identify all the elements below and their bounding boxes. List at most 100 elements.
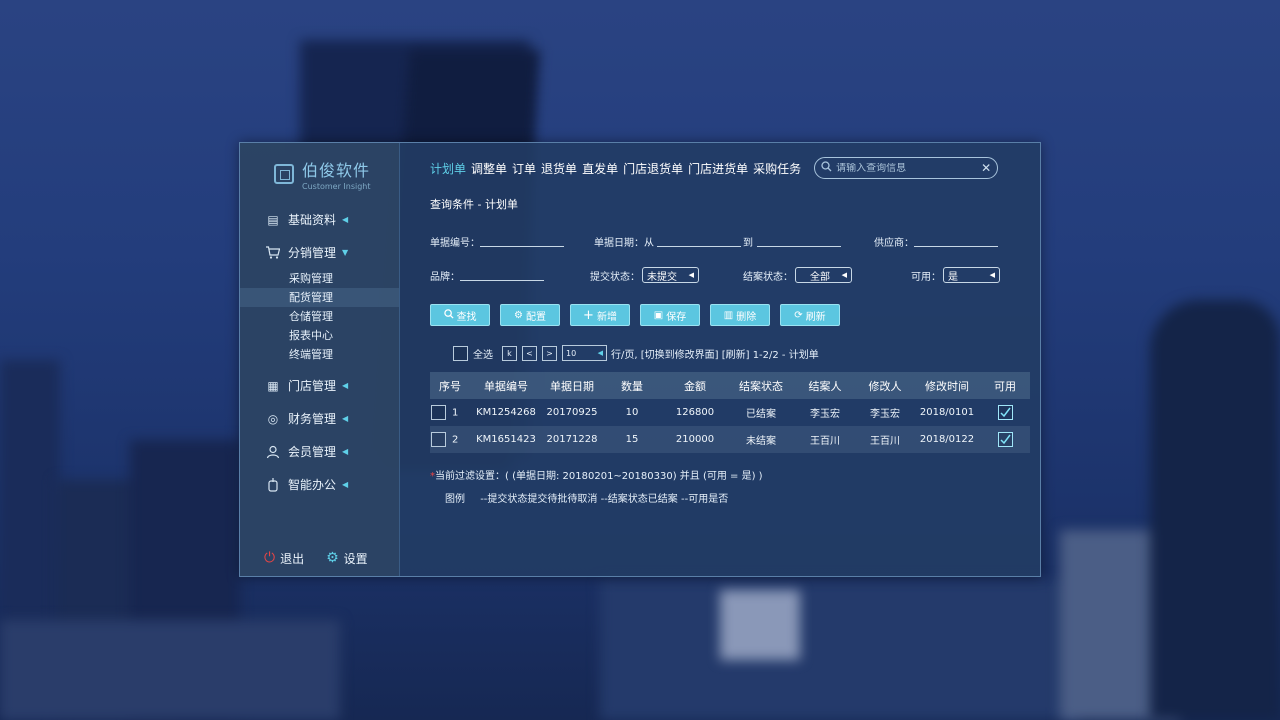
row-no: 1 <box>452 407 459 419</box>
power-icon: ⏻ <box>264 550 276 566</box>
logout-button[interactable]: ⏻ 退出 <box>264 550 304 567</box>
supplier-label: 供应商： <box>874 237 914 249</box>
submenu-item-allocation[interactable]: 配货管理 <box>240 288 399 307</box>
bill-date-from-field[interactable] <box>657 235 741 247</box>
row-checkbox[interactable] <box>431 405 446 420</box>
supplier-field[interactable] <box>914 235 998 247</box>
submit-status-value: 未提交 <box>647 271 677 283</box>
chevron-down-icon: ▼ <box>342 248 349 257</box>
plan-table: 序号 单据编号 单据日期 数量 金额 结案状态 结案人 修改人 修改时间 可用 … <box>430 372 1030 453</box>
save-icon: ▣ <box>653 309 664 321</box>
refresh-button-label: 刷新 <box>805 311 826 323</box>
brand-label: 品牌： <box>430 271 460 283</box>
app-subtitle: Customer Insight <box>302 182 371 191</box>
first-page-button[interactable]: k <box>502 345 517 361</box>
add-button-label: 新增 <box>596 311 617 323</box>
page-size-select[interactable]: 10 ◀ <box>562 345 607 361</box>
query-row-1: 单据编号： 单据日期：从 到 供应商： <box>430 224 1040 258</box>
cell-qty: 10 <box>625 407 639 418</box>
app-title: 伯俊软件 <box>302 161 371 180</box>
filter-note: *当前过滤设置：( (单据日期: 20180201~20180330) 并且 (… <box>430 467 1040 482</box>
tab-purchase-task[interactable]: 采购任务 <box>753 160 801 177</box>
settings-button[interactable]: ⚙ 设置 <box>326 550 368 567</box>
sidebar-item-label: 会员管理 <box>288 445 337 459</box>
save-button[interactable]: ▣ 保存 <box>640 304 700 326</box>
main-window: 伯俊软件 Customer Insight ▤ 基础资料 ◀ 分销管理 ▼ 采购… <box>239 142 1041 577</box>
bill-date-to-field[interactable] <box>757 235 841 247</box>
table-row[interactable]: 2 KM1651423 20171228 15 210000 未结案 王百川 王… <box>430 426 1030 453</box>
search-button[interactable]: 查找 <box>430 304 490 326</box>
action-buttons: 查找 ⚙ 配置 + 新增 ▣ 保存 ▥ 删除 ⟳ 刷新 <box>430 304 1040 328</box>
sidebar-item-distribution[interactable]: 分销管理 ▼ <box>240 236 399 269</box>
tab-adjust[interactable]: 调整单 <box>471 160 507 177</box>
prev-page-button[interactable]: < <box>522 345 537 361</box>
page-size-value: 10 <box>566 348 577 358</box>
select-all-checkbox[interactable] <box>453 345 468 361</box>
bill-date-label: 单据日期：从 <box>594 237 654 249</box>
bill-no-label: 单据编号： <box>430 237 480 249</box>
plus-icon: + <box>583 307 594 323</box>
query-row-2: 品牌： 提交状态： 未提交 ◀ 结案状态： 全部 ◀ 可用： 是 ◀ <box>430 258 1040 292</box>
tab-plan[interactable]: 计划单 <box>430 160 466 177</box>
chevron-left-icon: ◀ <box>342 414 349 423</box>
col-header-date: 单据日期 <box>550 379 594 393</box>
chevron-left-icon: ◀ <box>342 447 349 456</box>
col-header-no: 序号 <box>439 379 461 393</box>
cell-modifier: 王百川 <box>870 436 900 447</box>
finance-icon: ◎ <box>267 411 279 426</box>
search-input[interactable] <box>836 162 982 174</box>
submit-status-select[interactable]: 未提交 ◀ <box>642 267 699 283</box>
logo: 伯俊软件 Customer Insight <box>240 143 399 191</box>
submenu-item-terminal[interactable]: 终端管理 <box>289 345 399 364</box>
cell-amount: 126800 <box>675 407 715 418</box>
trash-icon: ▥ <box>723 309 734 321</box>
delete-button[interactable]: ▥ 删除 <box>710 304 770 326</box>
available-select[interactable]: 是 ◀ <box>943 267 1000 283</box>
sidebar-item-finance[interactable]: ◎ 财务管理 ◀ <box>240 402 399 435</box>
available-checkbox[interactable] <box>997 431 1013 447</box>
refresh-button[interactable]: ⟳ 刷新 <box>780 304 840 326</box>
gear-icon: ⚙ <box>326 550 339 566</box>
tab-direct[interactable]: 直发单 <box>582 160 618 177</box>
table-row[interactable]: 1 KM1254268 20170925 10 126800 已结案 李玉宏 李… <box>430 399 1030 426</box>
sidebar-item-store[interactable]: ▦ 门店管理 ◀ <box>240 369 399 402</box>
document-icon: ▤ <box>267 212 279 227</box>
cell-mtime: 2018/0101 <box>919 407 975 418</box>
col-header-qty: 数量 <box>621 379 643 393</box>
tab-store-purchase[interactable]: 门店进货单 <box>688 160 748 177</box>
col-header-amount: 金额 <box>684 379 706 393</box>
search-button-label: 查找 <box>456 311 477 323</box>
sidebar-item-office[interactable]: 智能办公 ◀ <box>240 468 399 501</box>
add-button[interactable]: + 新增 <box>570 304 630 326</box>
caret-left-icon: ◀ <box>597 349 603 357</box>
config-button[interactable]: ⚙ 配置 <box>500 304 560 326</box>
brand-field[interactable] <box>460 269 544 281</box>
submenu-item-purchase[interactable]: 采购管理 <box>289 269 399 288</box>
config-button-label: 配置 <box>525 311 546 323</box>
bill-no-field[interactable] <box>480 235 564 247</box>
cell-status: 已结案 <box>746 409 776 420</box>
close-status-select[interactable]: 全部 ◀ <box>795 267 852 283</box>
tab-order[interactable]: 订单 <box>512 160 536 177</box>
close-icon[interactable]: ✕ <box>981 161 991 175</box>
row-checkbox[interactable] <box>431 432 446 447</box>
store-icon: ▦ <box>267 378 279 393</box>
submenu-item-reports[interactable]: 报表中心 <box>289 326 399 345</box>
next-page-button[interactable]: > <box>542 345 557 361</box>
available-checkbox[interactable] <box>997 404 1013 420</box>
sidebar-item-label: 分销管理 <box>288 246 337 260</box>
submenu-item-warehouse[interactable]: 仓储管理 <box>289 307 399 326</box>
tab-store-return[interactable]: 门店退货单 <box>623 160 683 177</box>
filter-note-text: 当前过滤设置：( (单据日期: 20180201~20180330) 并且 (可… <box>435 471 763 482</box>
chevron-left-icon: ◀ <box>342 480 349 489</box>
distribution-submenu: 采购管理 配货管理 仓储管理 报表中心 终端管理 <box>240 269 399 364</box>
cell-amount: 210000 <box>675 434 715 445</box>
check-icon <box>999 407 1011 417</box>
sidebar-item-member[interactable]: 会员管理 ◀ <box>240 435 399 468</box>
cell-qty: 15 <box>625 434 639 445</box>
chevron-left-icon: ◀ <box>342 381 349 390</box>
sidebar-item-basic-data[interactable]: ▤ 基础资料 ◀ <box>240 203 399 236</box>
office-icon <box>266 477 280 492</box>
col-header-mtime: 修改时间 <box>925 379 969 393</box>
tab-return[interactable]: 退货单 <box>541 160 577 177</box>
